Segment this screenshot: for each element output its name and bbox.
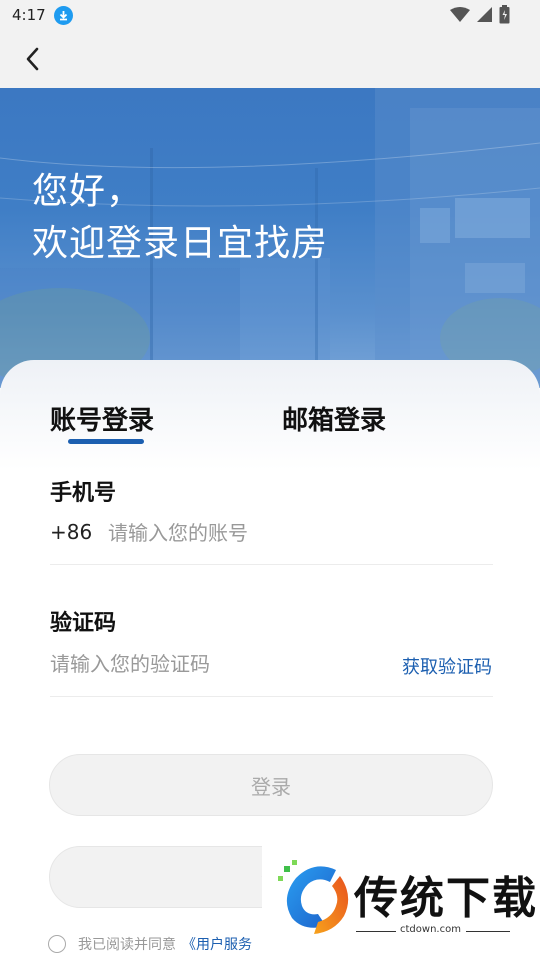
verification-code-input[interactable]	[50, 648, 370, 680]
top-nav	[0, 30, 540, 88]
back-button[interactable]	[16, 42, 48, 76]
code-label: 验证码	[50, 611, 117, 636]
phone-label: 手机号	[50, 481, 117, 506]
status-time: 4:17	[12, 6, 46, 24]
agreement-text: 我已阅读并同意	[78, 937, 176, 953]
download-icon	[53, 5, 73, 25]
hero-banner: 您好， 欢迎登录日宜找房	[0, 88, 540, 388]
get-code-button[interactable]: 获取验证码	[402, 653, 492, 679]
watermark-title: 传统下载	[354, 873, 538, 924]
watermark-line-left	[356, 931, 396, 932]
battery-icon	[499, 5, 510, 24]
code-divider	[50, 696, 493, 697]
back-arrow-icon	[26, 47, 39, 71]
wifi-icon	[450, 6, 470, 22]
agreement-row: 我已阅读并同意 《用户服务	[48, 934, 252, 954]
watermark-line-right	[466, 931, 510, 932]
tab-account-login[interactable]: 账号登录	[50, 400, 154, 437]
tab-email-login[interactable]: 邮箱登录	[282, 400, 386, 437]
status-bar: 4:17	[0, 0, 540, 30]
watermark: 传统下载 ctdown.com	[262, 842, 540, 960]
active-tab-indicator	[68, 439, 144, 444]
hero-greeting: 您好， 欢迎登录日宜找房	[32, 166, 328, 270]
watermark-url: ctdown.com	[400, 924, 461, 935]
agreement-checkbox[interactable]	[48, 935, 66, 953]
country-code[interactable]: +86	[50, 520, 92, 544]
ctdown-logo	[278, 860, 349, 934]
greeting-line1: 您好，	[32, 171, 144, 212]
greeting-line2: 欢迎登录日宜找房	[32, 223, 329, 264]
user-service-agreement-link[interactable]: 《用户服务	[182, 934, 252, 954]
phone-input[interactable]	[108, 517, 493, 549]
signal-icon	[477, 7, 492, 22]
status-icons	[450, 5, 510, 24]
phone-divider	[50, 564, 493, 565]
login-button[interactable]: 登录	[49, 754, 493, 816]
